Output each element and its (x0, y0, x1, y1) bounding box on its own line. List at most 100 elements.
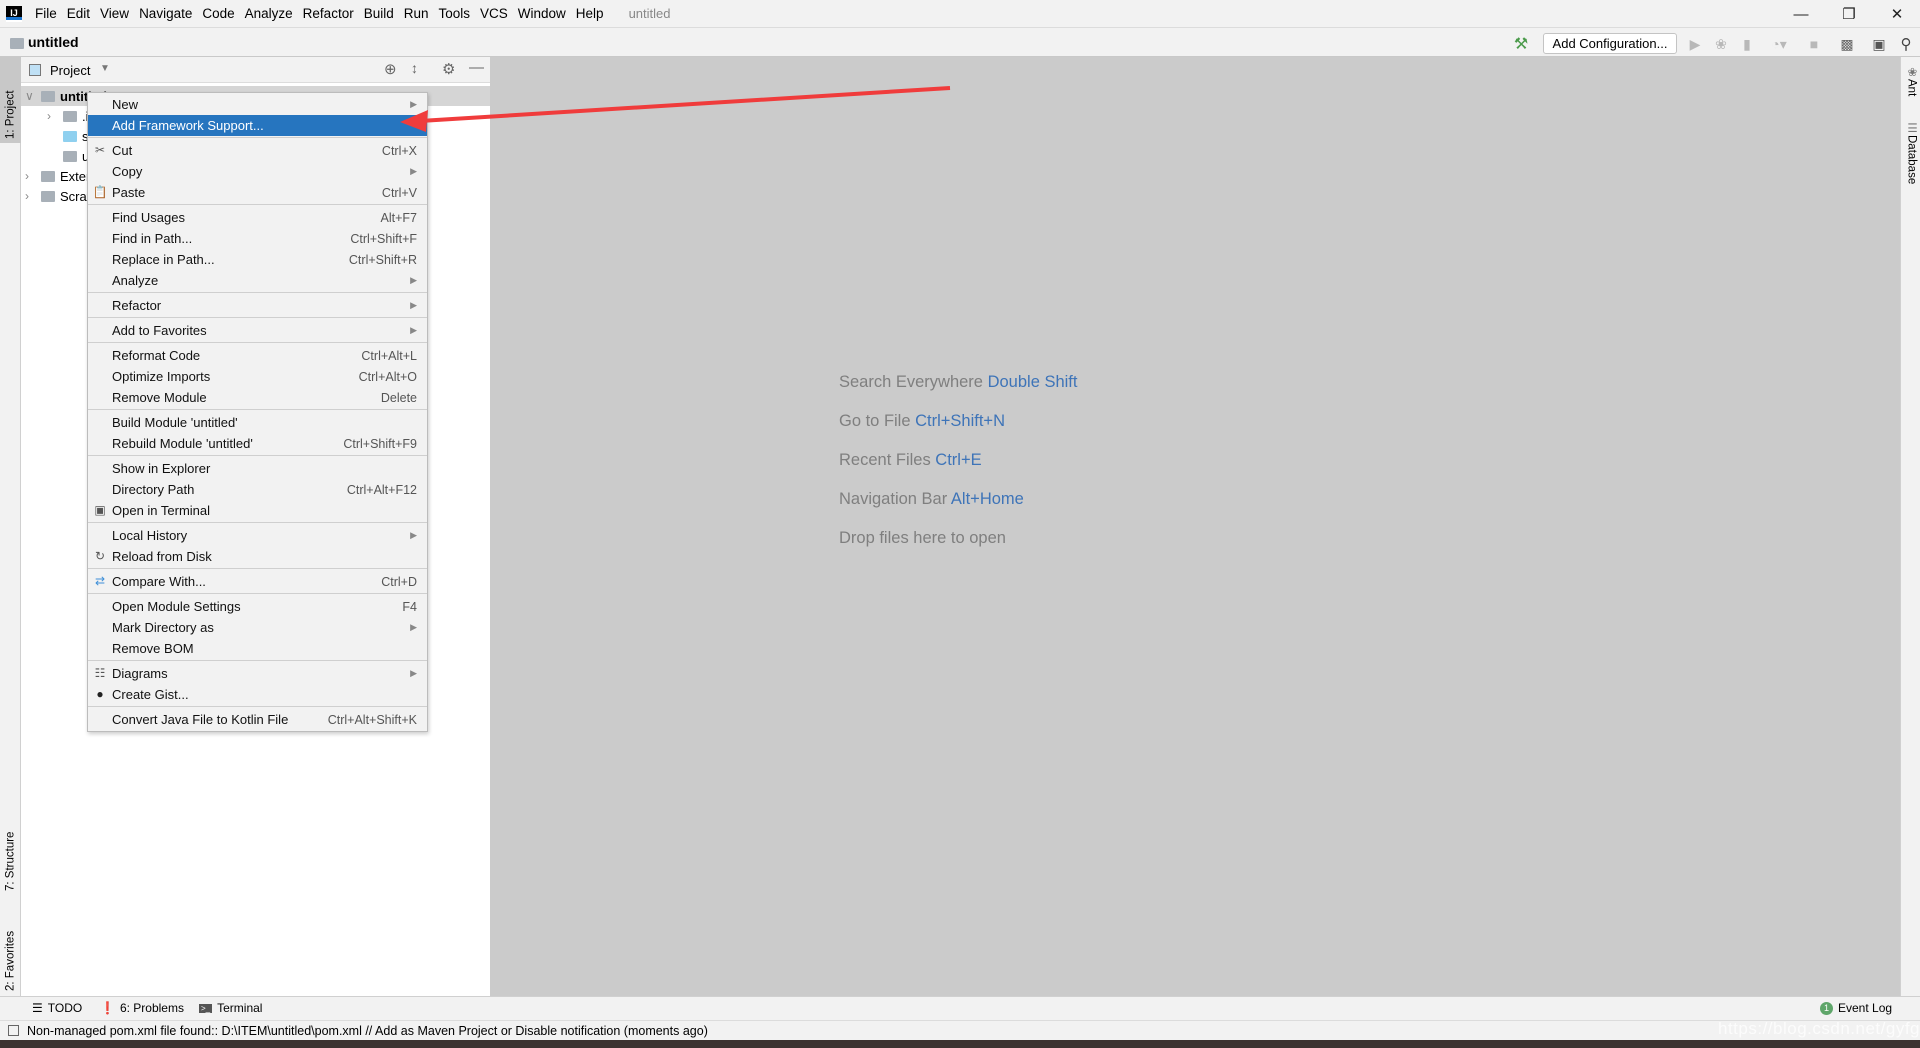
add-configuration-button[interactable]: Add Configuration... (1543, 33, 1677, 54)
submenu-arrow-icon: ▶ (410, 622, 417, 632)
project-view-selector[interactable]: Project (50, 63, 90, 78)
menu-edit[interactable]: Edit (62, 6, 95, 21)
locate-icon[interactable]: ⊕ (384, 60, 397, 78)
menu-item-optimize-imports[interactable]: Optimize Imports Ctrl+Alt+O (88, 366, 427, 387)
menu-item-directory-path[interactable]: Directory Path Ctrl+Alt+F12 (88, 479, 427, 500)
menu-item-refactor[interactable]: Refactor ▶ (88, 295, 427, 316)
menu-item-add-framework-support[interactable]: Add Framework Support... (88, 115, 427, 136)
menu-refactor[interactable]: Refactor (298, 6, 359, 21)
hint-shortcut: Double Shift (987, 373, 1078, 391)
menu-run[interactable]: Run (399, 6, 434, 21)
chevron-right-icon[interactable]: › (25, 169, 37, 183)
menu-code[interactable]: Code (197, 6, 239, 21)
tab-favorites[interactable]: 2: Favorites (0, 905, 21, 995)
menu-item-build-module-untitled[interactable]: Build Module 'untitled' (88, 412, 427, 433)
tab-todo[interactable]: ☰ TODO (32, 1001, 82, 1015)
tab-database[interactable]: ☰ Database (1901, 121, 1920, 201)
coverage-icon[interactable]: ▮ (1736, 33, 1758, 55)
editor-empty-area[interactable]: Search Everywhere Double Shift Go to File… (490, 57, 1900, 996)
chevron-right-icon[interactable]: › (47, 109, 59, 123)
gear-icon[interactable]: ⚙ (442, 60, 455, 78)
menu-build[interactable]: Build (359, 6, 399, 21)
menu-item-create-gist[interactable]: ● Create Gist... (88, 684, 427, 705)
collapse-all-icon[interactable]: ↕ (411, 60, 418, 76)
menu-item-copy[interactable]: Copy ▶ (88, 161, 427, 182)
close-button[interactable]: ✕ (1874, 0, 1920, 28)
submenu-arrow-icon: ▶ (410, 99, 417, 109)
breadcrumb-project[interactable]: untitled (28, 34, 79, 50)
menu-item-find-in-path[interactable]: Find in Path... Ctrl+Shift+F (88, 228, 427, 249)
tab-todo-label: TODO (47, 1001, 83, 1015)
menu-item-reformat-code[interactable]: Reformat Code Ctrl+Alt+L (88, 345, 427, 366)
menu-item-show-in-explorer[interactable]: Show in Explorer (88, 458, 427, 479)
menu-item-reload-from-disk[interactable]: ↻ Reload from Disk (88, 546, 427, 567)
status-message[interactable]: Non-managed pom.xml file found:: D:\ITEM… (27, 1024, 708, 1038)
menu-item-label: Analyze (112, 273, 159, 288)
menu-item-label: Local History (112, 528, 188, 543)
menu-item-label: Compare With... (112, 574, 206, 589)
github-icon: ● (96, 687, 104, 701)
menu-item-add-to-favorites[interactable]: Add to Favorites ▶ (88, 320, 427, 341)
notification-icon[interactable] (8, 1025, 19, 1036)
menu-separator (88, 409, 427, 410)
submenu-arrow-icon: ▶ (410, 530, 417, 540)
menu-item-label: Find Usages (112, 210, 185, 225)
tab-project[interactable]: 1: Project (0, 57, 21, 143)
project-structure-icon[interactable]: ▩ (1836, 33, 1858, 55)
menu-item-mark-directory-as[interactable]: Mark Directory as ▶ (88, 617, 427, 638)
menu-view[interactable]: View (95, 6, 134, 21)
menu-item-shortcut: Ctrl+Shift+R (348, 252, 417, 267)
chevron-down-icon[interactable]: ▼ (100, 63, 110, 74)
tab-structure[interactable]: 7: Structure (0, 805, 21, 895)
debug-icon[interactable]: ❀ (1710, 33, 1732, 55)
menu-item-convert-java-file-to-kotlin-file[interactable]: Convert Java File to Kotlin File Ctrl+Alt… (88, 709, 427, 730)
menu-item-open-module-settings[interactable]: Open Module Settings F4 (88, 596, 427, 617)
stop-icon[interactable]: ■ (1803, 33, 1825, 55)
menu-help[interactable]: Help (571, 6, 609, 21)
profile-dropdown-icon[interactable]: ◔▾ (1762, 33, 1796, 55)
menu-item-paste[interactable]: 📋 Paste Ctrl+V (88, 182, 427, 203)
diagram-icon: ☷ (94, 666, 106, 680)
menu-item-label: Replace in Path... (112, 252, 215, 267)
menu-item-compare-with[interactable]: ⇄ Compare With... Ctrl+D (88, 571, 427, 592)
hint-text: Search Everywhere (839, 373, 983, 391)
menu-tools[interactable]: Tools (434, 6, 476, 21)
run-icon[interactable]: ▶ (1684, 33, 1706, 55)
menu-separator (88, 455, 427, 456)
title-bar: IJ File Edit View Navigate Code Analyze Refact… (0, 0, 1920, 28)
menu-item-diagrams[interactable]: ☷ Diagrams ▶ (88, 663, 427, 684)
tab-terminal[interactable]: >_ Terminal (199, 1001, 262, 1015)
minimize-button[interactable]: — (1778, 0, 1824, 28)
menu-item-shortcut: Ctrl+D (381, 574, 417, 589)
menu-item-analyze[interactable]: Analyze ▶ (88, 270, 427, 291)
menu-navigate[interactable]: Navigate (134, 6, 197, 21)
menu-window[interactable]: Window (513, 6, 571, 21)
chevron-right-icon[interactable]: › (25, 189, 37, 203)
menu-file[interactable]: File (30, 6, 62, 21)
menu-item-remove-bom[interactable]: Remove BOM (88, 638, 427, 659)
menu-analyze[interactable]: Analyze (240, 6, 298, 21)
menu-item-new[interactable]: New ▶ (88, 94, 427, 115)
tab-event-log[interactable]: 1 Event Log (1820, 1001, 1892, 1015)
chevron-down-icon[interactable]: ∨ (25, 89, 37, 103)
menu-item-shortcut: F4 (402, 599, 417, 614)
run-anything-icon[interactable]: ▣ (1868, 33, 1890, 55)
menu-item-local-history[interactable]: Local History ▶ (88, 525, 427, 546)
restore-button[interactable]: ❐ (1826, 0, 1872, 28)
menu-item-find-usages[interactable]: Find Usages Alt+F7 (88, 207, 427, 228)
tab-ant[interactable]: ❀ Ant (1901, 65, 1920, 115)
hint-shortcut: Alt+Home (950, 490, 1024, 508)
menu-vcs[interactable]: VCS (475, 6, 513, 21)
search-icon[interactable]: ⚲ (1895, 33, 1917, 55)
project-folder-icon (10, 38, 24, 49)
menu-item-cut[interactable]: ✂ Cut Ctrl+X (88, 140, 427, 161)
menu-item-shortcut: Alt+F7 (380, 210, 417, 225)
bottom-tool-bar: ☰ TODO ❗ 6: Problems >_ Terminal 1 Event Log (0, 996, 1920, 1020)
menu-item-remove-module[interactable]: Remove Module Delete (88, 387, 427, 408)
hide-icon[interactable]: — (469, 59, 484, 76)
tab-problems[interactable]: ❗ 6: Problems (100, 1001, 184, 1015)
menu-item-open-in-terminal[interactable]: ▣ Open in Terminal (88, 500, 427, 521)
menu-item-rebuild-module-untitled[interactable]: Rebuild Module 'untitled' Ctrl+Shift+F9 (88, 433, 427, 454)
menu-item-replace-in-path[interactable]: Replace in Path... Ctrl+Shift+R (88, 249, 427, 270)
build-hammer-icon[interactable]: ⚒ (1510, 33, 1532, 55)
